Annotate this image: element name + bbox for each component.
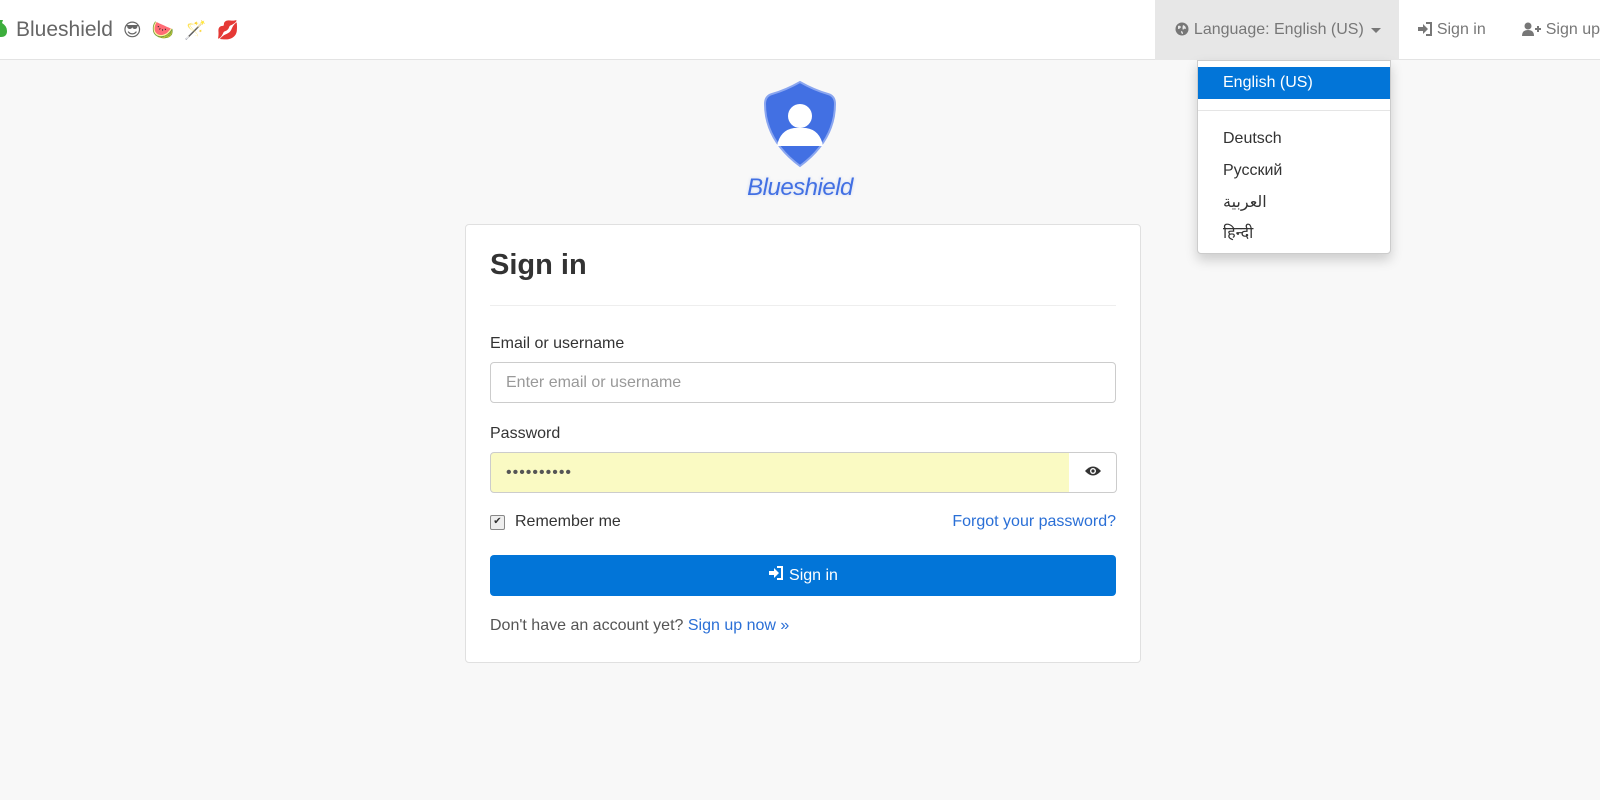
language-option-russian[interactable]: Русский: [1198, 155, 1390, 187]
signup-prompt-text: Don't have an account yet?: [490, 617, 684, 634]
email-field[interactable]: [490, 362, 1116, 403]
password-field[interactable]: [490, 452, 1070, 493]
title-divider: [490, 305, 1116, 306]
language-option-hindi[interactable]: हिन्दी: [1198, 218, 1390, 250]
language-menu: English (US) Deutsch Русский العربية हिन…: [1197, 60, 1391, 254]
remember-me-checkbox[interactable]: ✔: [490, 514, 505, 530]
nav-signin-label: Sign in: [1436, 21, 1486, 38]
navbar: Blueshield 😎 🍉 🪄 💋 Language: English (US…: [0, 0, 1600, 60]
signin-button[interactable]: Sign in: [490, 555, 1116, 596]
language-dropdown-toggle[interactable]: Language: English (US): [1154, 0, 1399, 60]
show-password-button[interactable]: [1069, 452, 1117, 493]
language-option-arabic[interactable]: العربية: [1198, 187, 1390, 219]
sign-in-icon: [1417, 21, 1432, 39]
brand-name: Blueshield: [16, 18, 113, 41]
shield-user-icon: [763, 80, 837, 168]
user-plus-icon: [1521, 22, 1541, 39]
globe-icon: [1175, 22, 1189, 39]
menu-divider: [1198, 110, 1390, 111]
logo: Blueshield: [744, 80, 856, 208]
sign-in-icon: [768, 566, 784, 585]
signup-now-link[interactable]: Sign up now »: [688, 617, 789, 634]
nav-signin-link[interactable]: Sign in: [1399, 0, 1504, 60]
signin-button-label: Sign in: [789, 566, 838, 584]
caret-down-icon: [1370, 27, 1381, 33]
email-label: Email or username: [490, 335, 625, 352]
password-label: Password: [490, 425, 561, 442]
signup-prompt: Don't have an account yet? Sign up now »: [490, 617, 789, 635]
remember-me: ✔ Remember me: [490, 513, 621, 531]
logo-text: Blueshield: [747, 174, 853, 201]
nav-signup-label: Sign up: [1545, 21, 1600, 38]
remember-me-label: Remember me: [515, 513, 621, 530]
eye-icon: [1084, 464, 1102, 482]
emoji-watermelon: 🍉: [151, 19, 175, 40]
nav-right: Language: English (US) Sign in Sign up: [1154, 0, 1600, 60]
brand[interactable]: Blueshield 😎 🍉 🪄 💋: [0, 0, 239, 60]
language-label: Language: English (US): [1193, 21, 1364, 38]
emoji-sunglasses: 😎: [122, 19, 142, 40]
nav-signup-link[interactable]: Sign up: [1504, 0, 1600, 60]
language-option-english[interactable]: English (US): [1198, 67, 1390, 99]
money-bag-icon: [0, 18, 8, 43]
signin-panel: Sign in Email or username Password ✔ Rem…: [465, 224, 1141, 663]
page-title: Sign in: [490, 249, 587, 281]
emoji-lips: 💋: [216, 19, 239, 40]
emoji-wand: 🪄: [184, 19, 207, 40]
forgot-password-link[interactable]: Forgot your password?: [952, 513, 1116, 531]
language-option-deutsch[interactable]: Deutsch: [1198, 123, 1390, 155]
